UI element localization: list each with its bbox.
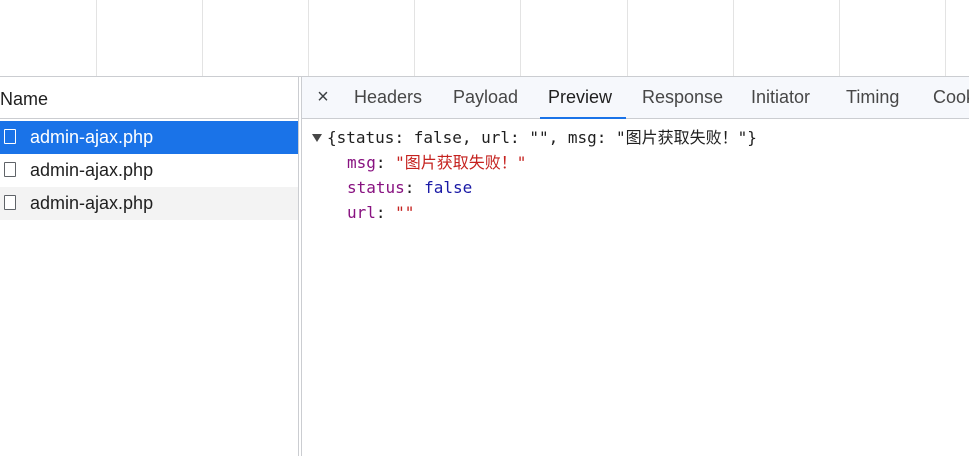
timeline-gridline (839, 0, 840, 76)
expand-triangle-icon[interactable] (312, 134, 322, 142)
name-column-label: Name (0, 89, 49, 109)
json-key: status (347, 178, 405, 197)
request-name: admin-ajax.php (30, 193, 154, 213)
json-summary-key: url (481, 128, 511, 147)
tab-payload[interactable]: Payload (453, 77, 518, 118)
timeline-gridline (202, 0, 203, 76)
json-summary-value: "" (529, 128, 549, 147)
json-key: url (347, 203, 376, 222)
tab-preview[interactable]: Preview (539, 77, 627, 119)
json-field-row: status: false (347, 178, 473, 197)
json-summary-line[interactable]: {status: false, url: "", msg: "图片获取失败！"} (312, 128, 757, 148)
request-row[interactable]: admin-ajax.php (0, 121, 298, 154)
document-icon (4, 162, 16, 177)
tab-initiator[interactable]: Initiator (751, 77, 810, 118)
tab-cookies[interactable]: Cookies (933, 77, 969, 118)
network-timeline (0, 0, 969, 76)
request-name: admin-ajax.php (30, 160, 154, 180)
request-list-panel: Name admin-ajax.php admin-ajax.php admin… (0, 77, 298, 456)
timeline-gridline (627, 0, 628, 76)
timeline-gridline (520, 0, 521, 76)
tab-timing[interactable]: Timing (846, 77, 899, 118)
json-field-row: msg: "图片获取失败！" (347, 153, 527, 172)
detail-tab-bar: × Headers Payload Preview Response Initi… (302, 77, 969, 119)
json-summary-value: "图片获取失败！" (616, 128, 748, 147)
document-icon (4, 195, 16, 210)
request-detail-panel: × Headers Payload Preview Response Initi… (302, 77, 969, 456)
document-icon (4, 129, 16, 144)
timeline-gridline (414, 0, 415, 76)
json-field-row: url: "" (347, 203, 415, 222)
json-brace: } (747, 128, 757, 147)
json-key: msg (347, 153, 376, 172)
request-name: admin-ajax.php (30, 127, 154, 147)
json-string-value: "" (395, 203, 415, 222)
json-summary-value: false (413, 128, 462, 147)
request-row[interactable]: admin-ajax.php (0, 154, 298, 187)
close-icon[interactable]: × (313, 86, 333, 108)
json-summary-key: status (336, 128, 395, 147)
json-preview: {status: false, url: "", msg: "图片获取失败！"}… (302, 119, 969, 456)
tab-response[interactable]: Response (642, 77, 723, 118)
request-row[interactable]: admin-ajax.php (0, 187, 298, 220)
json-string-value: "图片获取失败！" (395, 153, 527, 172)
name-column-header[interactable]: Name (0, 77, 298, 119)
timeline-gridline (945, 0, 946, 76)
json-brace: { (327, 128, 337, 147)
timeline-gridline (308, 0, 309, 76)
timeline-gridline (96, 0, 97, 76)
timeline-gridline (733, 0, 734, 76)
tab-headers[interactable]: Headers (354, 77, 422, 118)
json-summary-key: msg (567, 128, 597, 147)
json-boolean-value: false (424, 178, 473, 197)
